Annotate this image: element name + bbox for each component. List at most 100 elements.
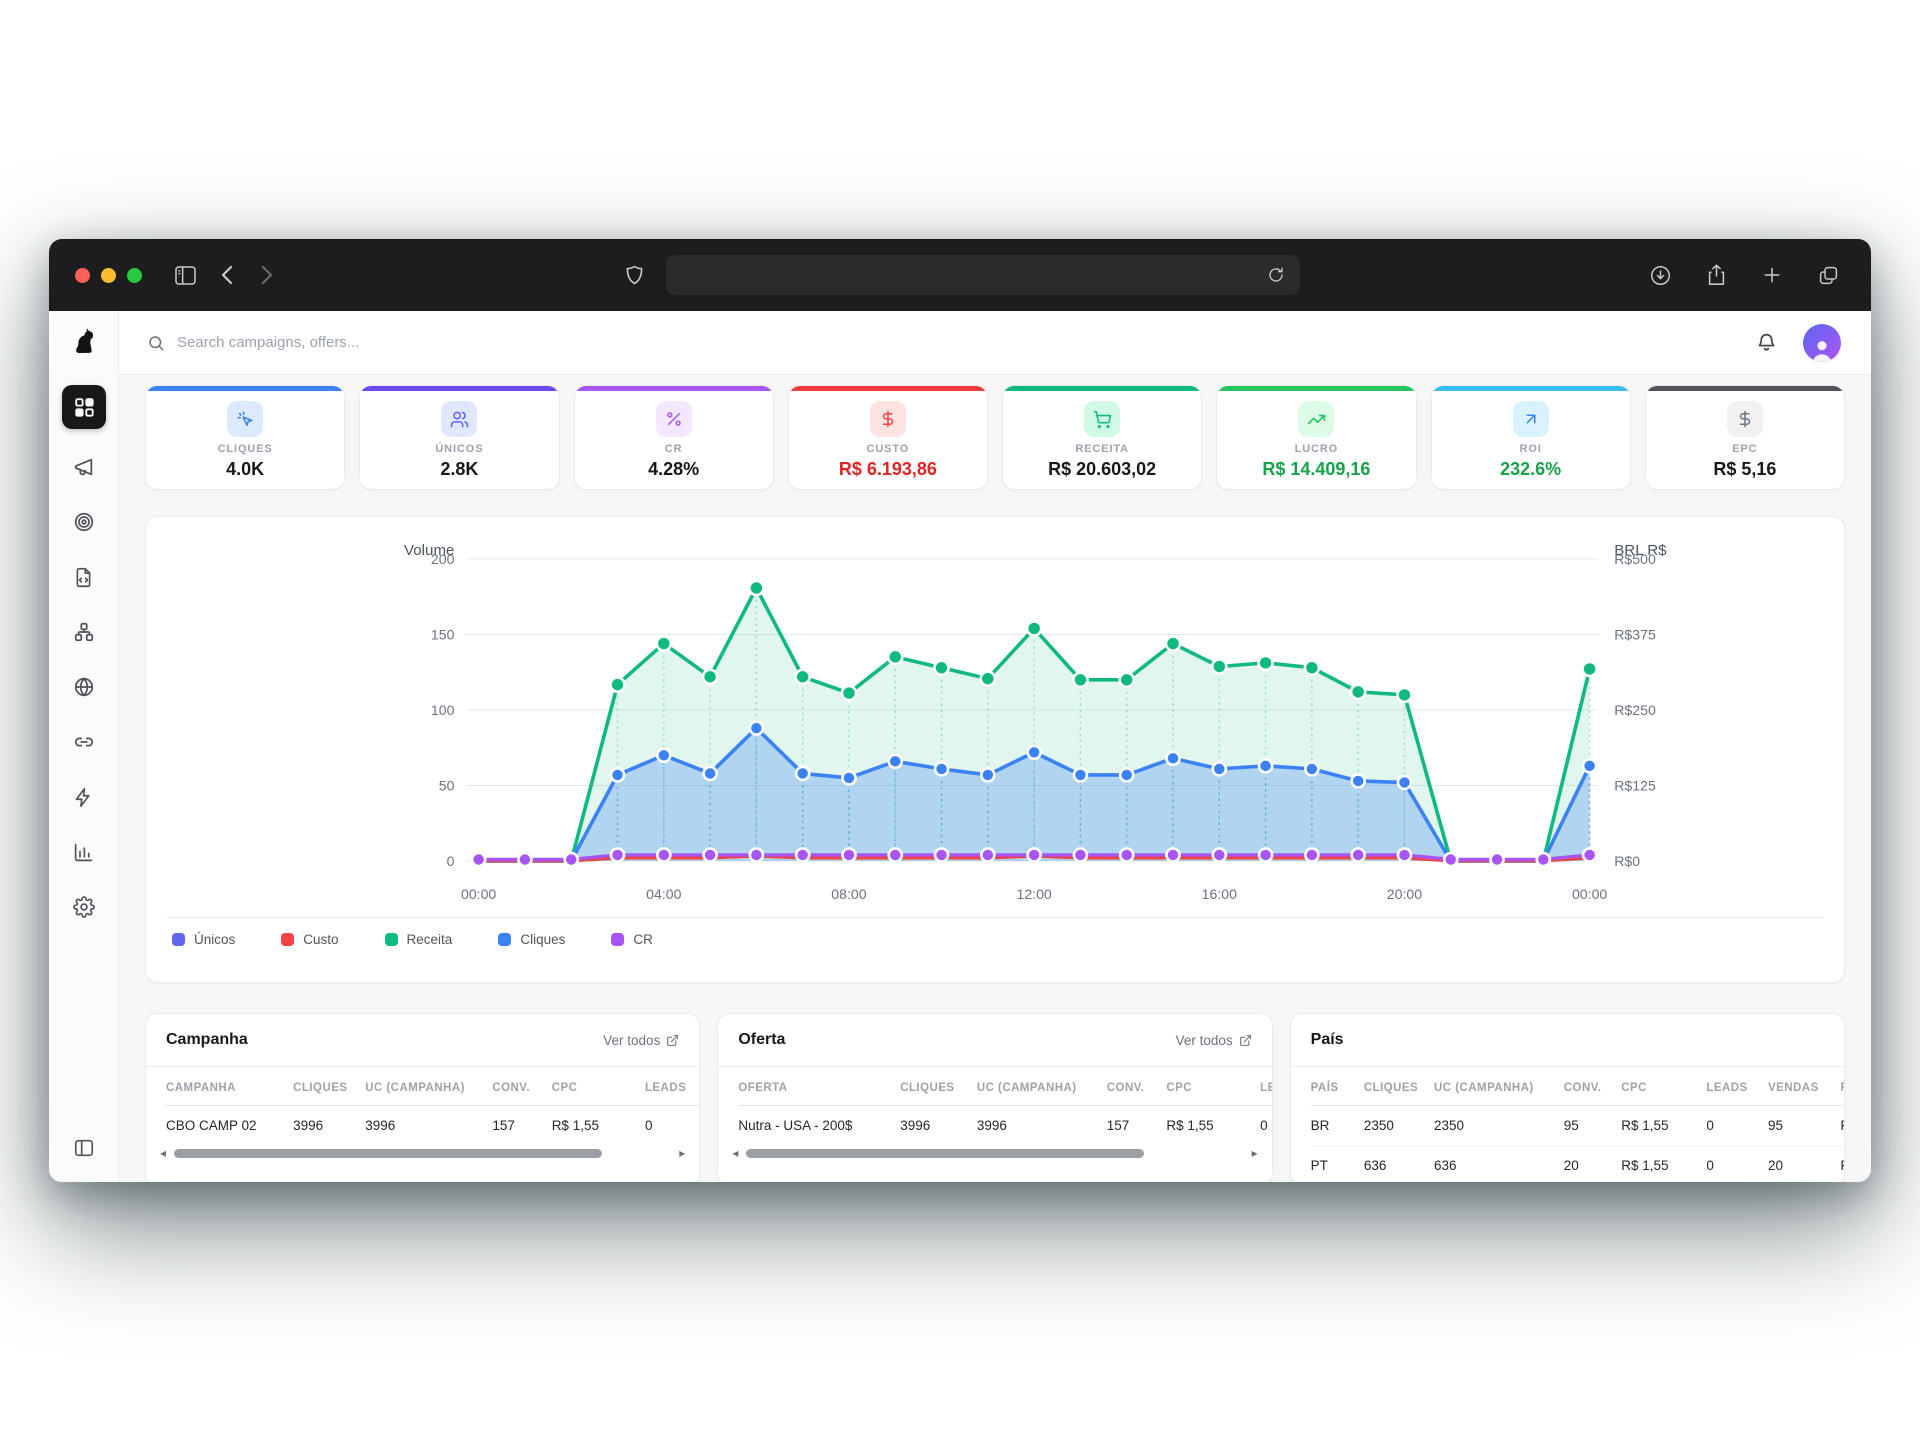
shield-icon[interactable] xyxy=(618,260,652,290)
cliques-point[interactable] xyxy=(1398,776,1411,789)
cr-point[interactable] xyxy=(935,848,948,861)
cr-point[interactable] xyxy=(518,853,531,866)
cliques-point[interactable] xyxy=(1166,752,1179,765)
receita-point[interactable] xyxy=(842,686,856,700)
column-header[interactable]: CONV. xyxy=(1107,1067,1167,1106)
cr-point[interactable] xyxy=(1120,848,1133,861)
kpi-card-cr[interactable]: CR4.28% xyxy=(574,385,774,490)
cliques-point[interactable] xyxy=(1305,762,1318,775)
sidebar-item-reports[interactable] xyxy=(67,835,101,869)
new-tab-icon[interactable] xyxy=(1755,260,1789,290)
receita-point[interactable] xyxy=(1073,673,1087,687)
legend-item-receita[interactable]: Receita xyxy=(385,932,453,947)
legend-item-cr[interactable]: CR xyxy=(611,932,653,947)
share-icon[interactable] xyxy=(1699,260,1733,290)
cr-point[interactable] xyxy=(1166,848,1179,861)
cr-point[interactable] xyxy=(472,853,485,866)
cliques-point[interactable] xyxy=(1213,762,1226,775)
kpi-card-únicos[interactable]: ÚNICOS2.8K xyxy=(359,385,559,490)
scroll-thumb[interactable] xyxy=(746,1149,1144,1158)
scroll-track[interactable] xyxy=(746,1149,1243,1158)
cr-point[interactable] xyxy=(889,848,902,861)
campanha-ver-todos-link[interactable]: Ver todos xyxy=(603,1033,679,1048)
cliques-point[interactable] xyxy=(1583,759,1596,772)
receita-point[interactable] xyxy=(1212,660,1226,674)
scroll-left-icon[interactable]: ◂ xyxy=(732,1147,738,1159)
receita-point[interactable] xyxy=(749,581,763,595)
cr-point[interactable] xyxy=(1074,848,1087,861)
cr-point[interactable] xyxy=(796,848,809,861)
cr-point[interactable] xyxy=(1213,848,1226,861)
kpi-card-cliques[interactable]: CLIQUES4.0K xyxy=(145,385,345,490)
sidebar-item-automation[interactable] xyxy=(67,780,101,814)
search-bar[interactable] xyxy=(147,334,1756,352)
sidebar-item-domains[interactable] xyxy=(67,670,101,704)
column-header[interactable]: UC (CAMPANHA) xyxy=(977,1067,1107,1106)
address-input[interactable] xyxy=(678,267,1264,283)
dog-logo[interactable] xyxy=(49,311,118,375)
cliques-point[interactable] xyxy=(1028,746,1041,759)
cr-point[interactable] xyxy=(1537,853,1550,866)
panel-left-icon[interactable] xyxy=(73,1121,95,1182)
column-header[interactable]: LEADS xyxy=(645,1067,699,1106)
receita-point[interactable] xyxy=(1027,621,1041,635)
cr-point[interactable] xyxy=(1352,848,1365,861)
sidebar-item-offers[interactable] xyxy=(67,505,101,539)
column-header[interactable]: LEADS xyxy=(1706,1067,1768,1106)
oferta-ver-todos-link[interactable]: Ver todos xyxy=(1176,1033,1252,1048)
time-series-chart[interactable]: 200R$500150R$375100R$25050R$1250R$0Volum… xyxy=(166,531,1824,913)
cr-point[interactable] xyxy=(1028,848,1041,861)
cr-point[interactable] xyxy=(981,848,994,861)
kpi-card-epc[interactable]: EPCR$ 5,16 xyxy=(1645,385,1845,490)
cr-point[interactable] xyxy=(1398,848,1411,861)
scroll-thumb[interactable] xyxy=(174,1149,602,1158)
column-header[interactable]: CLIQUES xyxy=(1364,1067,1434,1106)
cliques-point[interactable] xyxy=(1074,768,1087,781)
cliques-point[interactable] xyxy=(1259,759,1272,772)
column-header[interactable]: UC (CAMPANHA) xyxy=(365,1067,492,1106)
reload-icon[interactable] xyxy=(1264,260,1288,290)
scroll-left-icon[interactable]: ◂ xyxy=(160,1147,166,1159)
column-header[interactable]: OFERTA xyxy=(738,1067,900,1106)
minimize-window-button[interactable] xyxy=(101,268,116,283)
receita-point[interactable] xyxy=(1305,661,1319,675)
legend-item-custo[interactable]: Custo xyxy=(281,932,338,947)
forward-icon[interactable] xyxy=(250,260,284,290)
scroll-right-icon[interactable]: ▸ xyxy=(679,1147,685,1159)
cliques-point[interactable] xyxy=(611,768,624,781)
receita-point[interactable] xyxy=(796,670,810,684)
download-icon[interactable] xyxy=(1643,260,1677,290)
sidebar-item-settings[interactable] xyxy=(67,890,101,924)
cliques-point[interactable] xyxy=(889,755,902,768)
column-header[interactable]: PAÍS xyxy=(1311,1067,1364,1106)
cliques-point[interactable] xyxy=(796,767,809,780)
column-header[interactable]: CONV. xyxy=(1564,1067,1621,1106)
cr-point[interactable] xyxy=(842,848,855,861)
cliques-point[interactable] xyxy=(981,768,994,781)
legend-item-únicos[interactable]: Únicos xyxy=(172,932,235,947)
address-bar[interactable] xyxy=(666,255,1300,295)
cr-point[interactable] xyxy=(657,848,670,861)
column-header[interactable]: CLIQUES xyxy=(293,1067,365,1106)
zoom-window-button[interactable] xyxy=(127,268,142,283)
sidebar-item-campaigns[interactable] xyxy=(67,450,101,484)
cr-point[interactable] xyxy=(1583,848,1596,861)
tab-overview-icon[interactable] xyxy=(1811,260,1845,290)
column-header[interactable]: CONV. xyxy=(492,1067,551,1106)
kpi-card-roi[interactable]: ROI232.6% xyxy=(1431,385,1631,490)
kpi-card-lucro[interactable]: LUCROR$ 14.409,16 xyxy=(1216,385,1416,490)
receita-point[interactable] xyxy=(1583,662,1597,676)
cr-point[interactable] xyxy=(1259,848,1272,861)
scroll-right-icon[interactable]: ▸ xyxy=(1252,1147,1258,1159)
cliques-point[interactable] xyxy=(750,722,763,735)
column-header[interactable]: CLIQUES xyxy=(900,1067,977,1106)
receita-point[interactable] xyxy=(1397,688,1411,702)
cliques-point[interactable] xyxy=(935,762,948,775)
scroll-track[interactable] xyxy=(174,1149,671,1158)
cr-point[interactable] xyxy=(1444,853,1457,866)
sidebar-item-flows[interactable] xyxy=(67,615,101,649)
receita-point[interactable] xyxy=(610,678,624,692)
bell-icon[interactable] xyxy=(1756,332,1777,353)
sidebar-item-landers[interactable] xyxy=(67,560,101,594)
receita-point[interactable] xyxy=(1166,637,1180,651)
